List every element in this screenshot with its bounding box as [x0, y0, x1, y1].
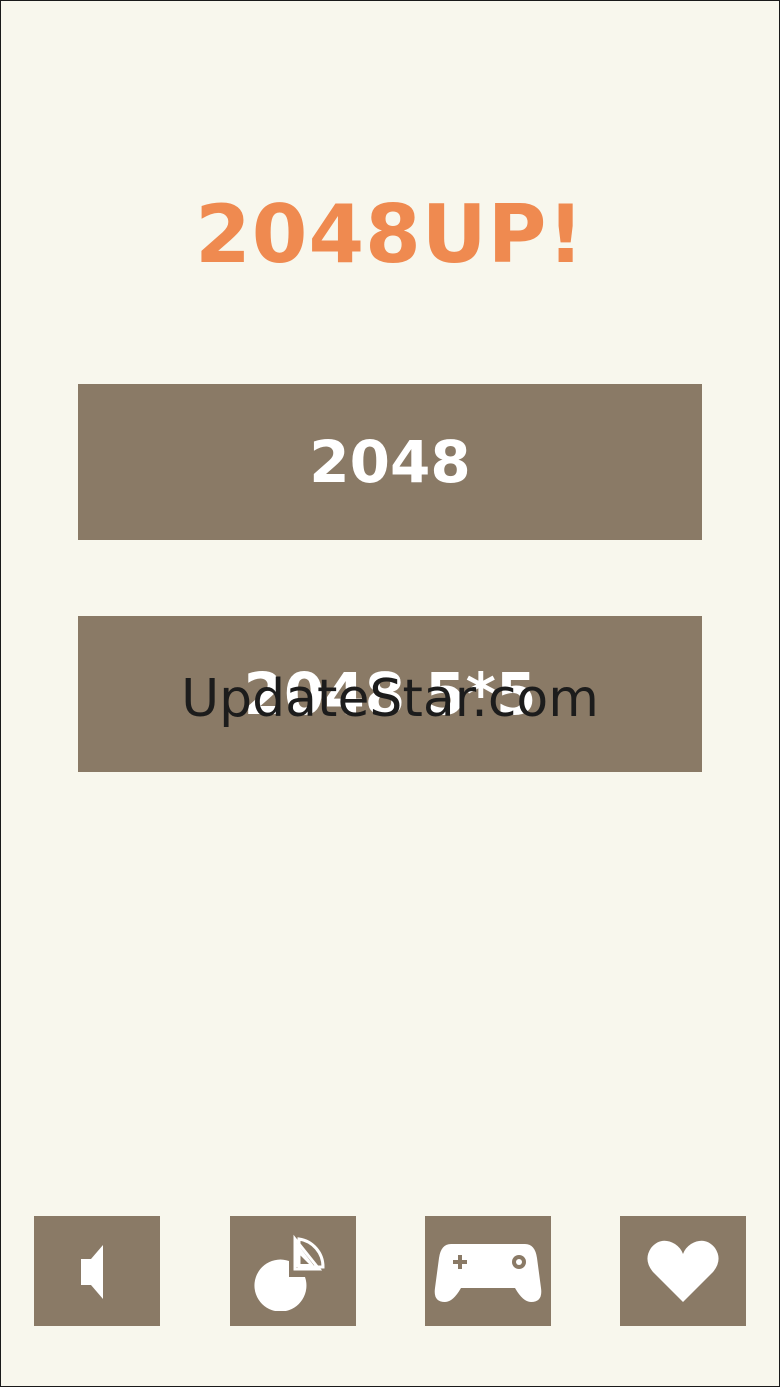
mode-2048-label: 2048 — [309, 428, 471, 496]
rate-button[interactable] — [620, 1216, 746, 1326]
mode-2048-5x5-label: 2048 5*5 — [243, 660, 537, 728]
speaker-icon — [81, 1245, 103, 1299]
stats-button[interactable] — [230, 1216, 356, 1326]
gamepad-icon — [434, 1244, 542, 1302]
mode-2048-5x5-button[interactable]: 2048 5*5 — [78, 616, 702, 772]
heart-icon — [647, 1240, 719, 1302]
pie-chart-icon — [254, 1234, 325, 1311]
sound-button[interactable] — [34, 1216, 160, 1326]
mode-2048-button[interactable]: 2048 — [78, 384, 702, 540]
games-button[interactable] — [425, 1216, 551, 1326]
app-title: 2048UP! — [195, 188, 585, 281]
